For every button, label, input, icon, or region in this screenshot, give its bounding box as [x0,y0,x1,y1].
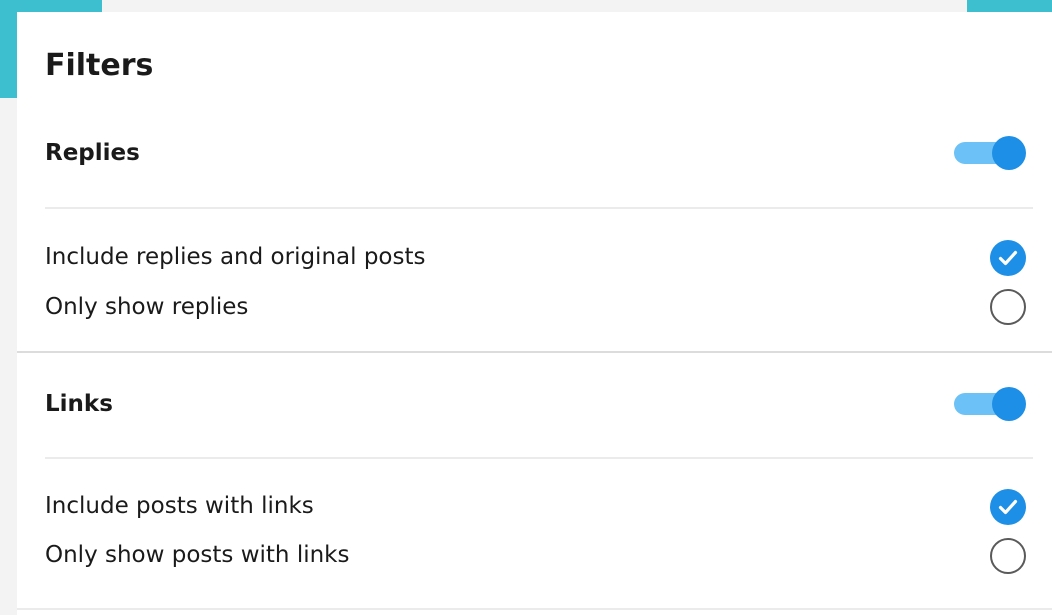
filters-panel: Filters Replies Include replies and orig… [17,12,1052,615]
empty-circle-icon[interactable] [990,289,1026,325]
empty-circle-icon[interactable] [990,538,1026,574]
check-circle-icon[interactable] [990,489,1026,525]
filters-title: Filters [45,48,154,83]
section-divider [17,351,1052,353]
toggle-knob [992,387,1026,421]
section-header-links: Links [45,391,113,417]
links-toggle[interactable] [954,385,1026,421]
section-header-replies: Replies [45,140,140,166]
toggle-knob [992,136,1026,170]
option-only-replies-label: Only show replies [45,294,249,320]
divider [45,457,1033,459]
divider [17,608,1052,610]
option-include-replies-label: Include replies and original posts [45,244,426,270]
check-circle-icon[interactable] [990,240,1026,276]
option-only-links-label: Only show posts with links [45,542,350,568]
replies-toggle[interactable] [954,134,1026,170]
divider [45,207,1033,209]
option-include-links-label: Include posts with links [45,493,314,519]
